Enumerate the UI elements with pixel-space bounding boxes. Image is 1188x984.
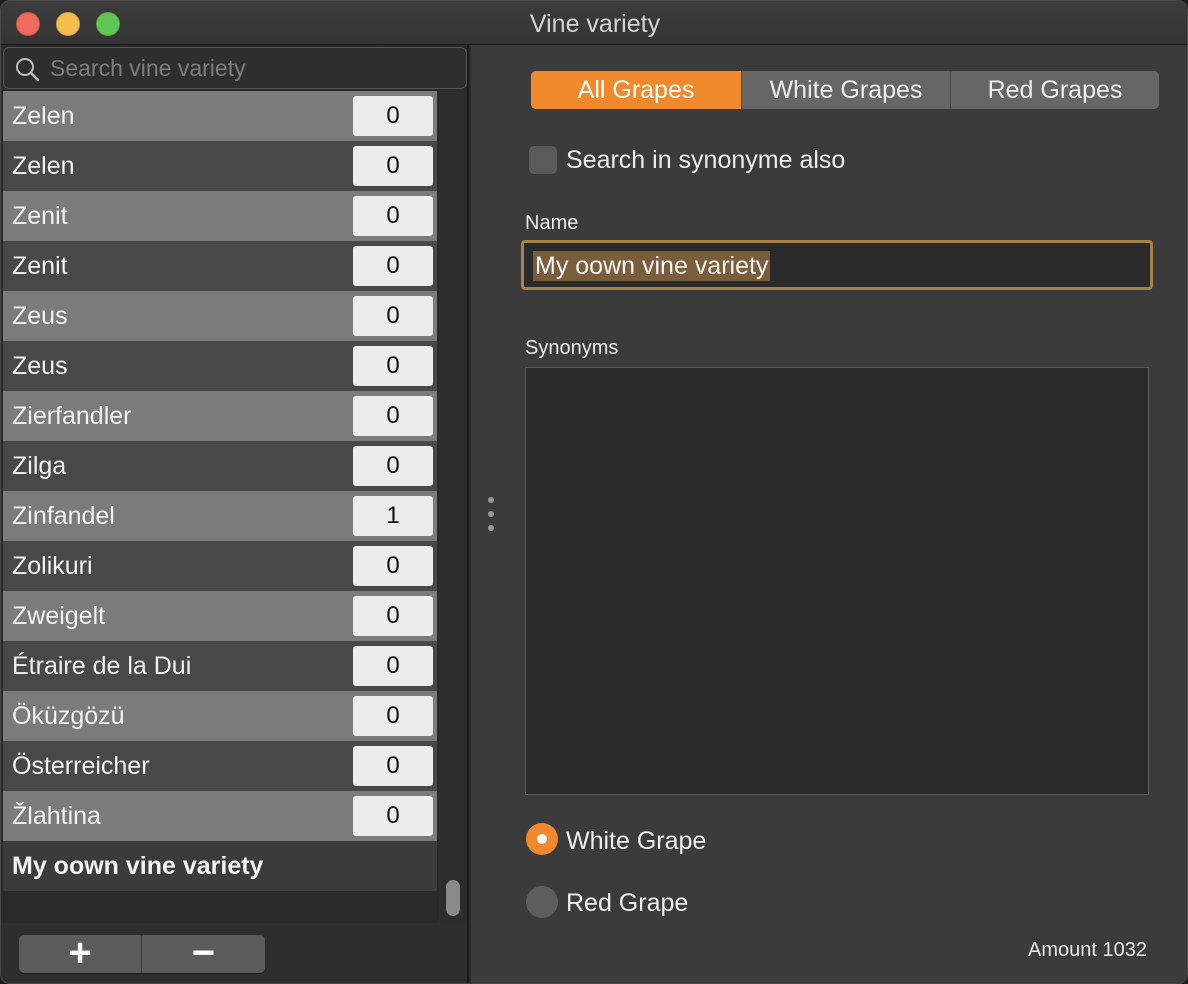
list-item[interactable]: Zinfandel 1 — [3, 491, 437, 541]
list-item[interactable]: Zenit 0 — [3, 191, 437, 241]
list-item[interactable]: Zweigelt 0 — [3, 591, 437, 641]
variety-count-field[interactable]: 0 — [353, 646, 433, 686]
variety-name: My oown vine variety — [12, 852, 264, 880]
name-field-value: My oown vine variety — [533, 251, 771, 281]
variety-count-field[interactable]: 0 — [353, 796, 433, 836]
variety-count-field[interactable]: 0 — [353, 596, 433, 636]
search-input[interactable] — [50, 52, 450, 84]
variety-count-field[interactable]: 0 — [353, 296, 433, 336]
grape-filter-tabs: All Grapes White Grapes Red Grapes — [531, 71, 1159, 109]
variety-count-field[interactable]: 0 — [353, 746, 433, 786]
list-item[interactable]: Zeus 0 — [3, 341, 437, 391]
list-item[interactable]: Zelen 0 — [3, 141, 437, 191]
list-item[interactable]: Zierfandler 0 — [3, 391, 437, 441]
variety-count-field[interactable]: 0 — [353, 546, 433, 586]
split-view-handle[interactable] — [487, 497, 495, 537]
search-synonyms-checkbox[interactable] — [529, 146, 557, 174]
variety-list[interactable]: Zelen 0 Zelen 0 Zenit 0 Zenit 0 Zeus 0 Zeus 0 Zierfa… — [3, 91, 437, 923]
red-grape-label: Red Grape — [566, 889, 689, 917]
list-scrollbar-thumb[interactable] — [446, 880, 460, 916]
vine-variety-window: Vine variety Zelen0Zelen0Zenit0Zenit0Zeu… — [0, 0, 1188, 984]
variety-name: Zweigelt — [12, 602, 106, 630]
variety-name: Zinfandel — [12, 502, 115, 530]
variety-count-field[interactable]: 0 — [353, 446, 433, 486]
list-item[interactable]: Zenit 0 — [3, 241, 437, 291]
variety-name: Zolikuri — [12, 552, 93, 580]
variety-name: Österreicher — [12, 752, 150, 780]
variety-count-field[interactable]: 0 — [353, 246, 433, 286]
add-variety-button[interactable]: + — [19, 933, 142, 973]
add-remove-button-group: + − — [19, 933, 265, 973]
list-toolbar: + − — [1, 923, 467, 983]
amount-count: Amount 1032 — [1028, 939, 1147, 961]
variety-count-field[interactable]: 0 — [353, 346, 433, 386]
name-field[interactable]: My oown vine variety — [521, 240, 1153, 290]
list-item[interactable]: Österreicher 0 — [3, 741, 437, 791]
list-item[interactable]: Öküzgözü 0 — [3, 691, 437, 741]
variety-name: Zierfandler — [12, 402, 132, 430]
list-item[interactable]: Zilga 0 — [3, 441, 437, 491]
variety-count-field[interactable]: 0 — [353, 96, 433, 136]
variety-name: Zenit — [12, 252, 68, 280]
remove-variety-button[interactable]: − — [142, 933, 265, 973]
list-item[interactable]: Zelen 0 — [3, 91, 437, 141]
list-item[interactable]: Zolikuri 0 — [3, 541, 437, 591]
variety-count-field[interactable]: 0 — [353, 396, 433, 436]
variety-count-field[interactable]: 0 — [353, 146, 433, 186]
tab-red-grapes[interactable]: Red Grapes — [950, 71, 1159, 109]
red-grape-radio[interactable] — [526, 886, 558, 918]
variety-name: Zilga — [12, 452, 67, 480]
variety-count-field[interactable]: 0 — [353, 696, 433, 736]
list-scrollbar-track[interactable] — [439, 91, 467, 923]
name-label: Name — [525, 212, 579, 234]
search-icon — [16, 58, 40, 82]
search-field[interactable] — [3, 47, 467, 89]
synonyms-label: Synonyms — [525, 337, 619, 359]
variety-name: Zenit — [12, 202, 68, 230]
list-item[interactable]: Zeus 0 — [3, 291, 437, 341]
variety-name: Zelen — [12, 152, 75, 180]
variety-name: Žlahtina — [12, 802, 101, 830]
list-item[interactable]: Étraire de la Dui 0 — [3, 641, 437, 691]
variety-name: Zeus — [12, 352, 68, 380]
variety-list-pane: Zelen0Zelen0Zenit0Zenit0Zeus0Zeus0Zierfa… — [1, 45, 469, 983]
variety-name: Étraire de la Dui — [12, 652, 192, 680]
tab-white-grapes[interactable]: White Grapes — [741, 71, 950, 109]
search-synonyms-label: Search in synonyme also — [566, 146, 846, 174]
window-title: Vine variety — [529, 10, 661, 38]
list-item[interactable]: Žlahtina 0 — [3, 791, 437, 841]
variety-name: Zelen — [12, 102, 75, 130]
variety-name: Zeus — [12, 302, 68, 330]
tab-all-grapes[interactable]: All Grapes — [531, 71, 741, 109]
white-grape-radio[interactable] — [526, 823, 558, 855]
synonyms-textarea[interactable] — [525, 367, 1149, 795]
title-bar[interactable]: Vine variety — [1, 1, 1187, 45]
white-grape-label: White Grape — [566, 827, 707, 855]
variety-count-field[interactable]: 0 — [353, 196, 433, 236]
variety-name: Öküzgözü — [12, 702, 125, 730]
list-item[interactable]: My oown vine variety — [3, 841, 437, 891]
variety-count-field[interactable]: 1 — [353, 496, 433, 536]
